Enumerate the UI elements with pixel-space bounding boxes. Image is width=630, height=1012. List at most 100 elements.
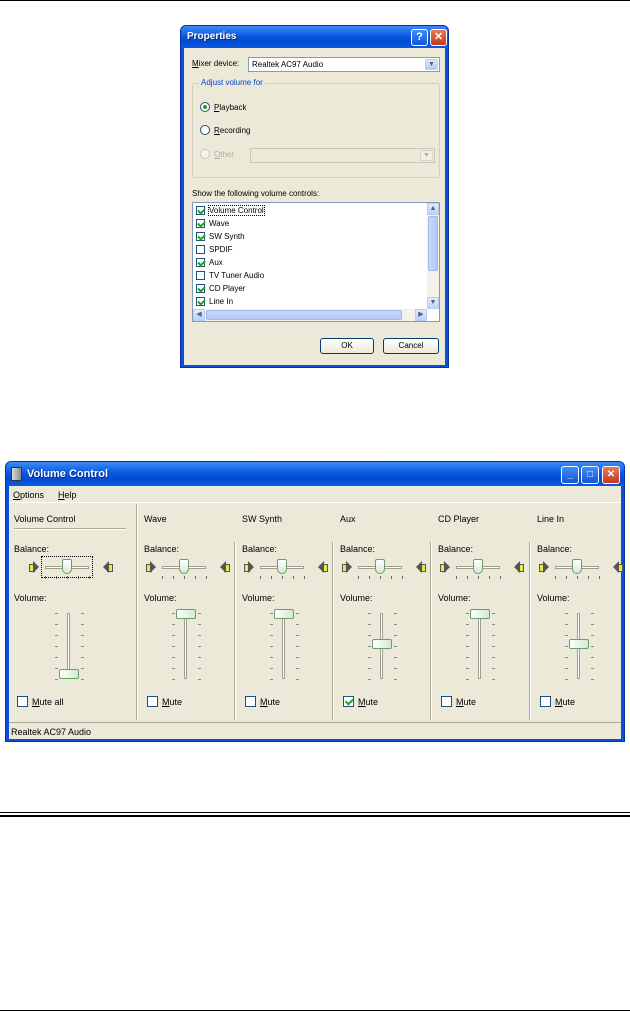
volume-slider-thumb[interactable]: [569, 639, 589, 649]
speaker-right-icon: [318, 561, 328, 573]
list-item-checkbox[interactable]: [196, 284, 205, 293]
list-item[interactable]: TV Tuner Audio: [196, 270, 421, 282]
scroll-left-icon[interactable]: ◀: [193, 309, 205, 321]
balance-label: Balance:: [340, 544, 376, 554]
balance-tick: [195, 576, 196, 579]
volume-slider-thumb[interactable]: [59, 669, 79, 679]
volume-tick: [394, 668, 397, 669]
volume-slider-thumb[interactable]: [176, 609, 196, 619]
vertical-scrollbar[interactable]: ▲ ▼: [427, 203, 439, 309]
radio-playback[interactable]: [200, 102, 210, 112]
maximize-icon[interactable]: □: [581, 466, 599, 484]
list-item-checkbox[interactable]: [196, 297, 205, 306]
volume-slider-thumb[interactable]: [470, 609, 490, 619]
list-item[interactable]: CD Player: [196, 283, 421, 295]
page-bottom-rule: [0, 1010, 630, 1011]
close-icon[interactable]: ✕: [430, 29, 447, 46]
volume-tick: [296, 635, 299, 636]
volume-tick: [55, 679, 58, 680]
speaker-right-icon: [416, 561, 426, 573]
volume-control-titlebar[interactable]: Volume Control _ □ ✕: [6, 462, 624, 486]
volume-track[interactable]: [184, 613, 187, 679]
list-item[interactable]: Line In: [196, 296, 421, 308]
chevron-down-icon[interactable]: ▼: [425, 59, 438, 70]
volume-tick: [81, 646, 84, 647]
scroll-down-icon[interactable]: ▼: [427, 297, 439, 309]
page-rule-2: [0, 815, 630, 817]
volume-tick: [55, 657, 58, 658]
minimize-icon[interactable]: _: [561, 466, 579, 484]
scroll-right-icon[interactable]: ▶: [415, 309, 427, 321]
volume-slider-thumb[interactable]: [274, 609, 294, 619]
radio-playback-label[interactable]: Playback: [214, 103, 246, 112]
mute-checkbox-box[interactable]: [343, 696, 354, 707]
radio-recording-label[interactable]: Recording: [214, 126, 250, 135]
balance-slider-thumb[interactable]: [375, 559, 385, 574]
volume-control-title: Volume Control: [27, 468, 109, 480]
volume-tick: [492, 624, 495, 625]
balance-slider-thumb[interactable]: [473, 559, 483, 574]
list-item[interactable]: Aux: [196, 257, 421, 269]
chevron-down-icon[interactable]: ▼: [420, 150, 433, 161]
volume-label: Volume:: [144, 593, 177, 603]
menu-help[interactable]: Help: [58, 490, 77, 500]
volume-tick: [565, 668, 568, 669]
balance-slider-thumb[interactable]: [179, 559, 189, 574]
mute-label: Mute: [358, 697, 379, 707]
ok-button[interactable]: OK: [320, 338, 374, 354]
balance-tick: [380, 576, 381, 579]
list-item-checkbox[interactable]: [196, 206, 205, 215]
list-item[interactable]: SW Synth: [196, 231, 421, 243]
balance-slider-thumb[interactable]: [572, 559, 582, 574]
volume-slider-thumb[interactable]: [372, 639, 392, 649]
hscroll-thumb[interactable]: [206, 310, 402, 320]
radio-recording[interactable]: [200, 125, 210, 135]
properties-titlebar[interactable]: Properties ? ✕: [181, 26, 448, 48]
volume-track[interactable]: [282, 613, 285, 679]
mute-checkbox-box[interactable]: [147, 696, 158, 707]
help-button[interactable]: ?: [411, 29, 428, 46]
channel-sw-synth: SW Synth Balance: Volume: Mute: [237, 504, 335, 720]
list-item[interactable]: Wave: [196, 218, 421, 230]
channel-name: CD Player: [438, 514, 480, 524]
volume-tick: [81, 624, 84, 625]
volume-tick: [394, 679, 397, 680]
volume-tick: [172, 635, 175, 636]
list-item-checkbox[interactable]: [196, 232, 205, 241]
scroll-up-icon[interactable]: ▲: [427, 203, 439, 215]
speaker-left-icon: [146, 561, 156, 573]
volume-track[interactable]: [478, 613, 481, 679]
volume-tick: [81, 668, 84, 669]
mute-checkbox-box[interactable]: [441, 696, 452, 707]
channel-separator: [332, 542, 334, 720]
list-item-checkbox[interactable]: [196, 258, 205, 267]
list-item-checkbox[interactable]: [196, 271, 205, 280]
volume-tick: [591, 668, 594, 669]
list-item-checkbox[interactable]: [196, 219, 205, 228]
balance-tick: [162, 576, 163, 579]
mixer-device-select[interactable]: Realtek AC97 Audio ▼: [248, 57, 440, 72]
horizontal-scrollbar[interactable]: ◀ ▶: [193, 309, 427, 321]
menu-options[interactable]: Options: [13, 490, 44, 500]
volume-tick: [198, 657, 201, 658]
list-item[interactable]: Volume Control: [196, 205, 421, 217]
balance-tick: [456, 576, 457, 579]
list-item-checkbox[interactable]: [196, 245, 205, 254]
list-item[interactable]: SPDIF: [196, 244, 421, 256]
balance-tick: [391, 576, 392, 579]
radio-other[interactable]: [200, 149, 210, 159]
mute-checkbox-box[interactable]: [17, 696, 28, 707]
list-item-label: Wave: [209, 219, 230, 228]
cancel-button[interactable]: Cancel: [383, 338, 439, 354]
mute-checkbox-box[interactable]: [245, 696, 256, 707]
volume-tick: [466, 635, 469, 636]
volume-tick: [492, 613, 495, 614]
volume-controls-list[interactable]: Volume Control Wave SW Synth SPDIF Aux TV Tun…: [192, 202, 440, 322]
balance-slider-thumb[interactable]: [277, 559, 287, 574]
scroll-thumb[interactable]: [428, 216, 438, 271]
volume-tick: [394, 657, 397, 658]
other-device-select[interactable]: ▼: [250, 148, 435, 163]
close-icon[interactable]: ✕: [602, 466, 620, 484]
balance-tick: [173, 576, 174, 579]
mute-checkbox-box[interactable]: [540, 696, 551, 707]
